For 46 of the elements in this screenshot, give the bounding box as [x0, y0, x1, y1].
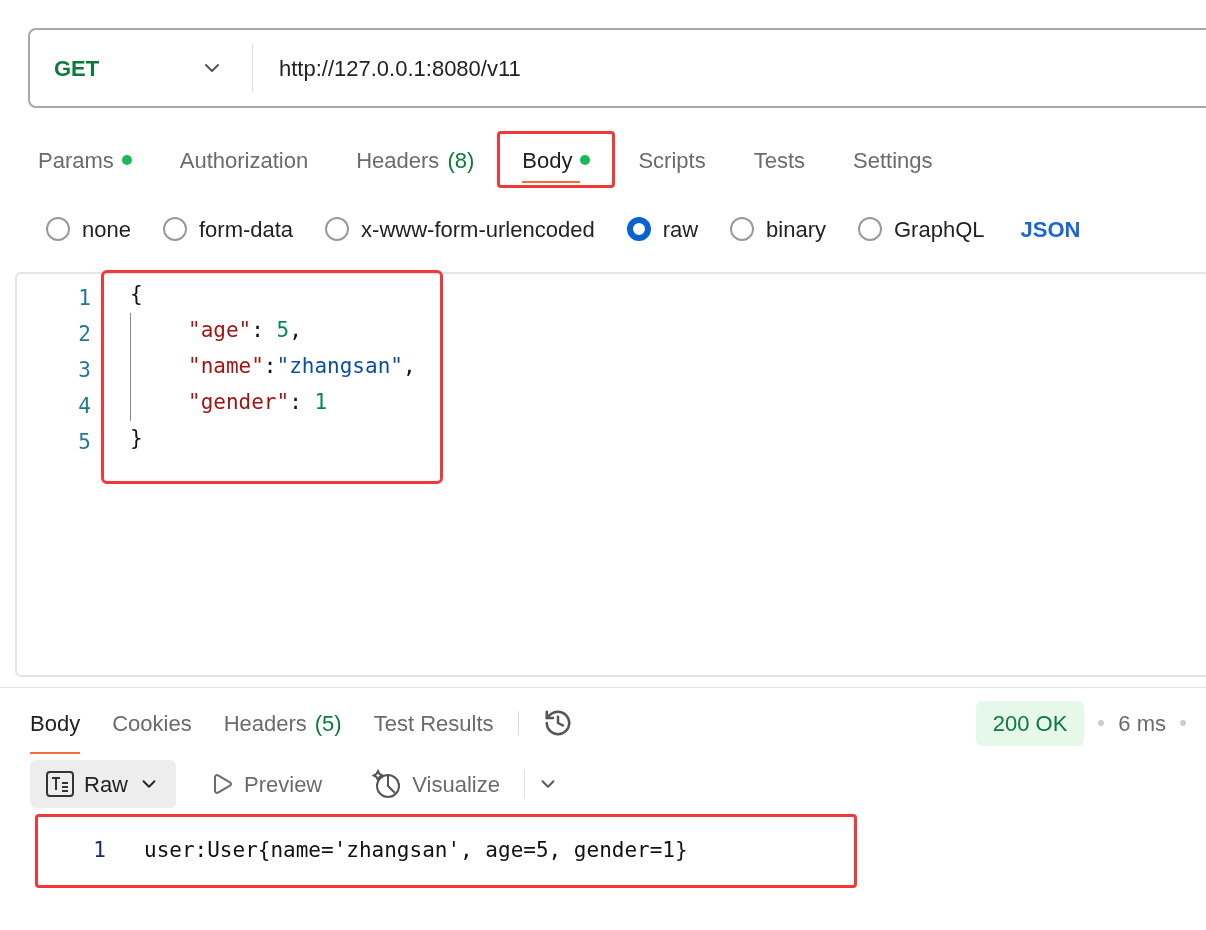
url-field[interactable]: http://127.0.0.1:8080/v11: [279, 51, 1206, 85]
radio-option[interactable]: none: [46, 212, 131, 246]
response-tab[interactable]: Cookies: [112, 692, 192, 754]
response-tab[interactable]: Headers (5): [223, 692, 342, 754]
line-number: 4: [78, 393, 91, 421]
radio-option[interactable]: raw: [626, 212, 699, 246]
radio-button[interactable]: [325, 217, 350, 241]
request-tab[interactable]: Params: [38, 135, 132, 183]
radio-option[interactable]: GraphQL: [858, 212, 985, 246]
method-dropdown[interactable]: GET: [30, 30, 252, 106]
view-mode-tab[interactable]: Visualize: [356, 760, 516, 808]
request-tab[interactable]: Scripts: [638, 135, 706, 183]
view-mode-tab[interactable]: Preview: [194, 760, 339, 808]
radio-button[interactable]: [46, 217, 70, 241]
response-line: user:User{name='zhangsan', age=5, gender=1}: [144, 837, 688, 865]
request-tab[interactable]: Body: [522, 135, 591, 183]
response-tab[interactable]: Test Results: [373, 692, 494, 754]
url-bar[interactable]: GET http://127.0.0.1:8080/v11: [28, 28, 1206, 108]
radio-option[interactable]: x-www-form-urlencoded: [325, 212, 595, 246]
response-tab[interactable]: Body: [30, 692, 81, 754]
format-dropdown[interactable]: JSON: [1020, 212, 1081, 246]
response-time: 6 ms: [1118, 709, 1166, 738]
sparkle-chart-icon: [372, 769, 403, 799]
code-line: "name":"zhangsan",: [130, 349, 416, 385]
line-number: 1: [78, 285, 91, 313]
radio-button[interactable]: [162, 217, 187, 241]
text-format-icon: [46, 771, 74, 797]
request-tab[interactable]: Headers (8): [356, 135, 475, 183]
radio-option[interactable]: form-data: [162, 212, 294, 246]
radio-button[interactable]: [626, 217, 651, 241]
request-tab[interactable]: Settings: [853, 135, 933, 183]
status-badge: 200 OK: [975, 700, 1085, 746]
line-number: 2: [78, 321, 91, 349]
code-line: "age": 5,: [130, 313, 302, 349]
radio-button[interactable]: [858, 217, 882, 241]
radio-option[interactable]: binary: [730, 212, 826, 246]
view-mode-tab[interactable]: Raw: [30, 760, 176, 808]
request-tab[interactable]: Tests: [753, 135, 806, 183]
code-line: {: [130, 281, 143, 309]
code-line: "gender": 1: [130, 385, 328, 421]
radio-button[interactable]: [730, 217, 755, 241]
code-line: }: [130, 425, 143, 453]
line-number: 3: [78, 357, 91, 385]
line-number: 5: [78, 429, 91, 457]
request-tab[interactable]: Authorization: [179, 135, 309, 183]
line-number: 1: [92, 837, 106, 865]
